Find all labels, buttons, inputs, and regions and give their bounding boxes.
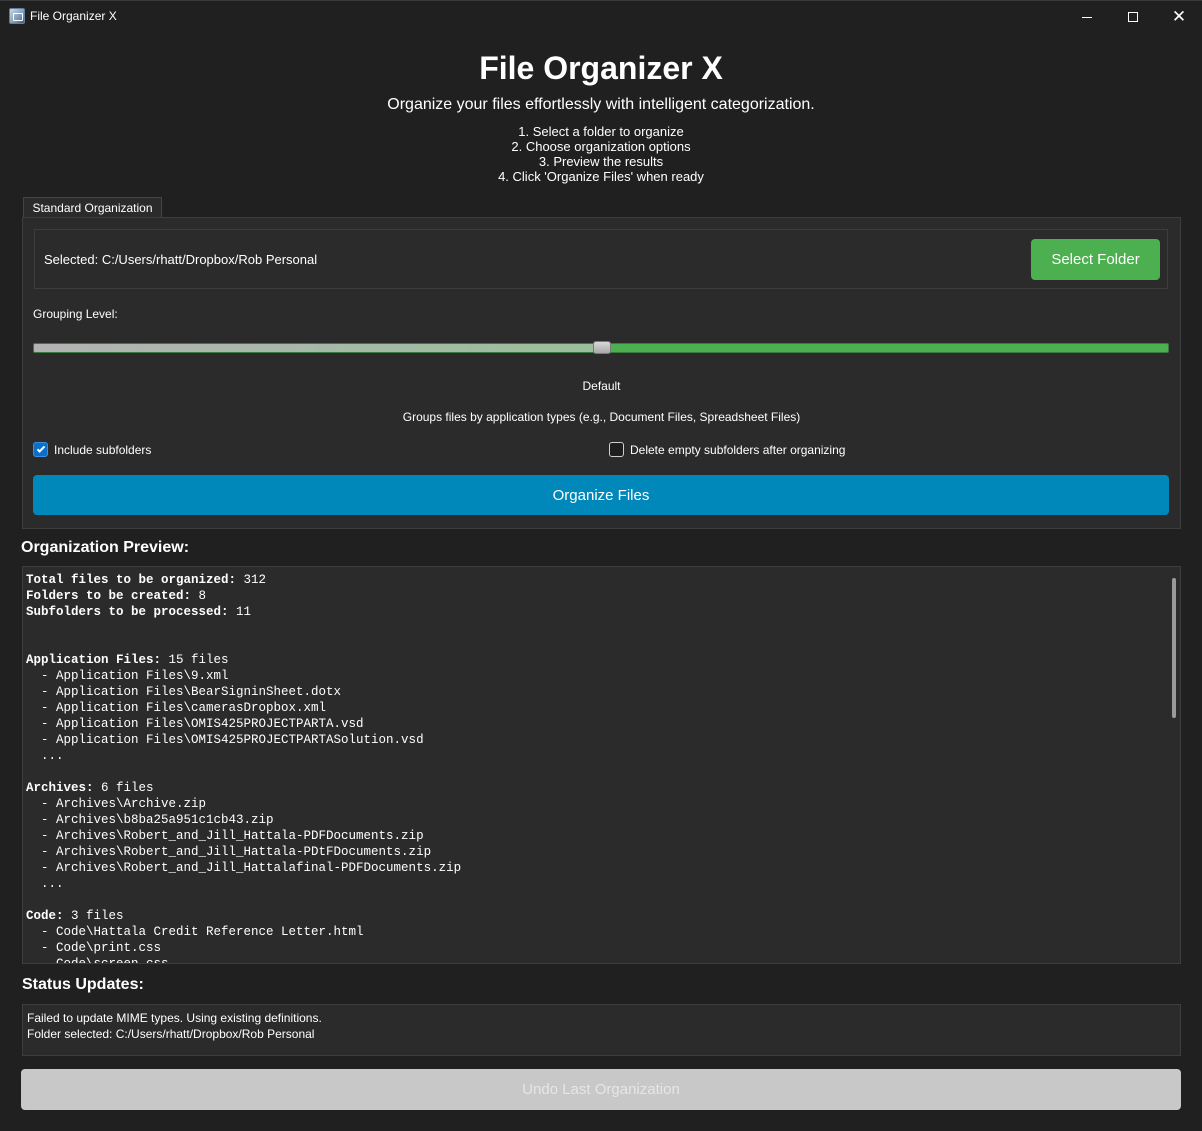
tab-panel: Selected: C:/Users/rhatt/Dropbox/Rob Per…	[22, 217, 1181, 529]
preview-line: - Archives\Robert_and_Jill_Hattala-PDtFD…	[26, 844, 461, 860]
preview-line-value: - Application Files\camerasDropbox.xml	[26, 701, 327, 715]
preview-line: - Archives\b8ba25a951c1cb43.zip	[26, 812, 461, 828]
instruction-steps: 1. Select a folder to organize 2. Choose…	[0, 124, 1202, 184]
window-title: File Organizer X	[30, 9, 117, 23]
status-line: Folder selected: C:/Users/rhatt/Dropbox/…	[27, 1027, 315, 1041]
tab-standard-organization[interactable]: Standard Organization	[23, 197, 162, 218]
grouping-level-name: Default	[582, 379, 621, 393]
preview-line-value: - Application Files\OMIS425PROJECTPARTAS…	[26, 733, 424, 747]
folder-selection-frame: Selected: C:/Users/rhatt/Dropbox/Rob Per…	[34, 229, 1168, 289]
preview-line: - Application Files\BearSigninSheet.dotx	[26, 684, 461, 700]
preview-line: - Archives\Robert_and_Jill_Hattala-PDFDo…	[26, 828, 461, 844]
preview-line-value: 11	[228, 605, 252, 619]
preview-line-value: - Application Files\BearSigninSheet.dotx	[26, 685, 342, 699]
preview-line: - Application Files\OMIS425PROJECTPARTAS…	[26, 732, 461, 748]
preview-line: - Application Files\camerasDropbox.xml	[26, 700, 461, 716]
preview-line-value: - Application Files\OMIS425PROJECTPARTA.…	[26, 717, 364, 731]
preview-line: Archives: 6 files	[26, 780, 461, 796]
step-4: 4. Click 'Organize Files' when ready	[498, 169, 704, 184]
preview-line-value: - Archives\Robert_and_Jill_Hattalafinal-…	[26, 861, 462, 875]
step-3: 3. Preview the results	[538, 154, 664, 169]
delete-empty-subfolders-label[interactable]: Delete empty subfolders after organizing	[630, 443, 845, 457]
minimize-icon	[1082, 16, 1092, 18]
status-title: Status Updates:	[22, 976, 144, 993]
preview-line: - Code\screen.css	[26, 956, 461, 964]
include-subfolders-checkbox[interactable]	[33, 442, 48, 457]
step-1: 1. Select a folder to organize	[518, 124, 684, 139]
minimize-button[interactable]	[1064, 1, 1110, 33]
close-icon: ✕	[1171, 6, 1187, 27]
preview-line	[26, 764, 461, 780]
preview-line-value: - Archives\Archive.zip	[26, 797, 207, 811]
preview-line-value: - Archives\Robert_and_Jill_Hattala-PDFDo…	[26, 829, 424, 843]
preview-line-value: 312	[236, 573, 267, 587]
slider-fill	[34, 344, 601, 352]
slider-handle[interactable]	[593, 341, 611, 354]
preview-line-key: Archives:	[26, 781, 94, 795]
preview-line-value: - Code\print.css	[26, 941, 162, 955]
preview-line: Subfolders to be processed: 11	[26, 604, 461, 620]
preview-line: Application Files: 15 files	[26, 652, 461, 668]
preview-line	[26, 636, 461, 652]
step-2: 2. Choose organization options	[511, 139, 691, 154]
preview-line-value: 6 files	[93, 781, 154, 795]
page-title: File Organizer X	[479, 50, 723, 86]
preview-line-value: ...	[26, 877, 64, 891]
status-line: Failed to update MIME types. Using exist…	[27, 1011, 322, 1025]
selected-folder-label: Selected: C:/Users/rhatt/Dropbox/Rob Per…	[44, 252, 318, 267]
close-button[interactable]: ✕	[1156, 1, 1202, 33]
preview-line: - Archives\Archive.zip	[26, 796, 461, 812]
preview-line-value: 8	[191, 589, 207, 603]
preview-line	[26, 892, 461, 908]
app-icon	[9, 8, 25, 24]
preview-line: ...	[26, 748, 461, 764]
preview-line-value: 15 files	[161, 653, 229, 667]
select-folder-button[interactable]: Select Folder	[1031, 239, 1160, 280]
preview-line: Folders to be created: 8	[26, 588, 461, 604]
preview-title: Organization Preview:	[21, 539, 190, 556]
preview-scrollbar[interactable]	[1172, 578, 1176, 718]
preview-line: Code: 3 files	[26, 908, 461, 924]
grouping-level-description: Groups files by application types (e.g.,…	[402, 410, 801, 424]
preview-line: Total files to be organized: 312	[26, 572, 461, 588]
delete-empty-subfolders-checkbox[interactable]	[609, 442, 624, 457]
preview-textbox[interactable]: Total files to be organized: 312 Folders …	[22, 566, 1181, 964]
preview-line-value: - Code\Hattala Credit Reference Letter.h…	[26, 925, 364, 939]
preview-line-value: ...	[26, 749, 64, 763]
preview-line-value: - Archives\b8ba25a951c1cb43.zip	[26, 813, 274, 827]
preview-line: - Archives\Robert_and_Jill_Hattalafinal-…	[26, 860, 461, 876]
preview-line: - Application Files\9.xml	[26, 668, 461, 684]
preview-line-value: 3 files	[63, 909, 124, 923]
preview-line-value: - Archives\Robert_and_Jill_Hattala-PDtFD…	[26, 845, 432, 859]
maximize-icon	[1128, 12, 1138, 22]
checkmark-icon	[36, 443, 45, 453]
status-textbox[interactable]: Failed to update MIME types. Using exist…	[22, 1004, 1181, 1056]
include-subfolders-label[interactable]: Include subfolders	[54, 443, 151, 457]
preview-line	[26, 620, 461, 636]
preview-line-key: Subfolders to be processed:	[26, 605, 229, 619]
maximize-button[interactable]	[1110, 1, 1156, 33]
preview-line-value: - Code\screen.css	[26, 957, 169, 964]
organize-files-button[interactable]: Organize Files	[33, 475, 1169, 515]
grouping-level-label: Grouping Level:	[33, 307, 118, 321]
page-subtitle: Organize your files effortlessly with in…	[387, 96, 815, 113]
preview-line-key: Application Files:	[26, 653, 162, 667]
preview-line: - Code\Hattala Credit Reference Letter.h…	[26, 924, 461, 940]
preview-line-value: - Application Files\9.xml	[26, 669, 229, 683]
undo-last-organization-button[interactable]: Undo Last Organization	[21, 1069, 1181, 1110]
preview-line: - Application Files\OMIS425PROJECTPARTA.…	[26, 716, 461, 732]
title-bar[interactable]: File Organizer X ✕	[0, 0, 1202, 32]
preview-line-key: Total files to be organized:	[26, 573, 237, 587]
preview-line: ...	[26, 876, 461, 892]
preview-line: - Code\print.css	[26, 940, 461, 956]
preview-line-key: Code:	[26, 909, 64, 923]
preview-content: Total files to be organized: 312 Folders …	[26, 572, 461, 964]
preview-line-key: Folders to be created:	[26, 589, 192, 603]
